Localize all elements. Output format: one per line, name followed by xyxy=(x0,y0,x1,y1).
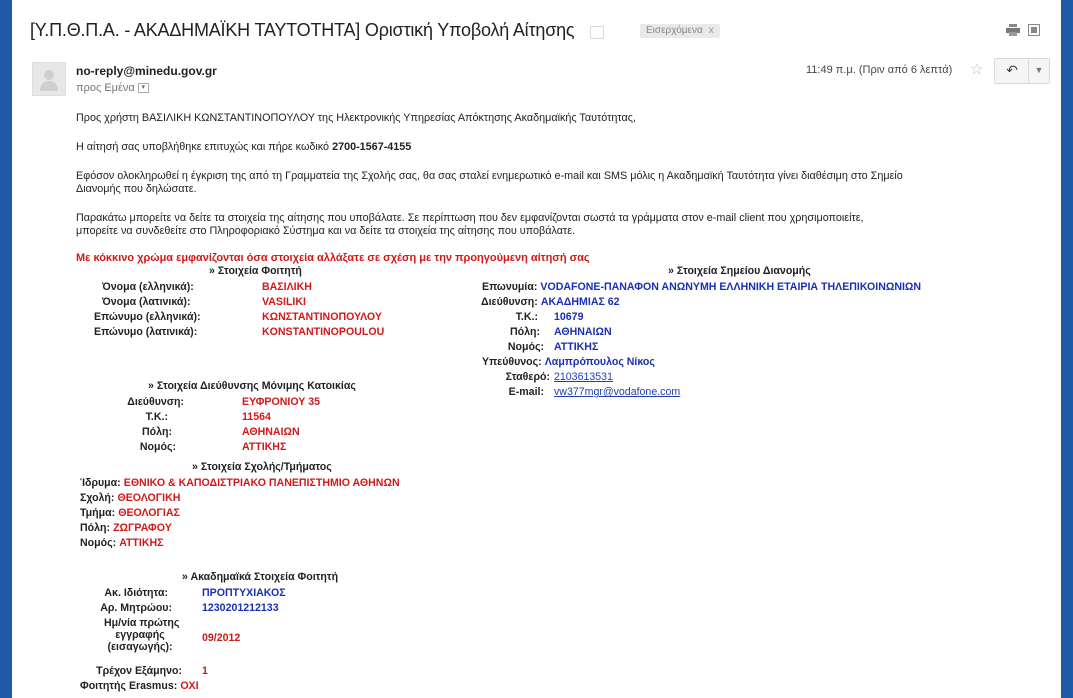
approval-text-line-1: Εφόσον ολοκληρωθεί η έγκριση της από τη … xyxy=(76,170,903,182)
submission-text: Η αίτησή σας υποβλήθηκε επιτυχώς και πήρ… xyxy=(76,141,411,153)
registration-number-label: Αρ. Μητρώου: xyxy=(100,602,172,614)
academic-status-value: ΠΡΟΠΤΥΧΙΑΚΟΣ xyxy=(202,587,286,599)
first-registration-label: Ημ/νία πρώτης εγγραφής (εισαγωγής): xyxy=(104,617,180,653)
email-subject: [Υ.Π.Θ.Π.Α. - ΑΚΑΔΗΜΑΪΚΗ ΤΑΥΤΟΤΗΤΑ] Ορισ… xyxy=(30,20,575,40)
print-icon[interactable] xyxy=(1006,24,1020,39)
residence-field-label: Τ.Κ.: xyxy=(145,411,168,423)
school-field-label: Πόλη: xyxy=(80,522,111,534)
school-row: Πόλη: ΖΩΓΡΑΦΟΥ xyxy=(80,522,172,534)
residence-field-value: ΑΘΗΝΑΙΩΝ xyxy=(242,426,300,438)
student-field-value: ΒΑΣΙΛΙΚΗ xyxy=(262,281,312,293)
academic-section-title: » Ακαδημαϊκά Στοιχεία Φοιτητή xyxy=(182,571,339,583)
first-registration-label-line: (εισαγωγής): xyxy=(107,641,173,653)
distribution-address-label: Διεύθυνση: xyxy=(481,296,538,308)
distribution-phone-label: Σταθερό: xyxy=(505,371,550,383)
school-field-value: ΖΩΓΡΑΦΟΥ xyxy=(113,522,172,534)
distribution-company-row: Επωνυμία: VODAFONE-ΠΑΝΑΦΟΝ ΑΝΩΝΥΜΗ ΕΛΛΗΝ… xyxy=(482,281,921,293)
distribution-zip-label: Τ.Κ.: xyxy=(515,311,538,323)
student-section-title: » Στοιχεία Φοιτητή xyxy=(209,265,302,277)
student-field-label: Επώνυμο (ελληνικά): xyxy=(94,311,201,323)
school-field-label: Ίδρυμα: xyxy=(80,477,121,489)
residence-field-value: ΕΥΦΡΟΝΙΟΥ 35 xyxy=(242,396,321,408)
important-marker-icon[interactable] xyxy=(590,26,604,39)
distribution-manager-row: Υπεύθυνος: Λαμπρόπουλος Νίκος xyxy=(482,356,655,368)
distribution-city-label: Πόλη: xyxy=(509,326,540,338)
school-row: Νομός: ΑΤΤΙΚΗΣ xyxy=(80,537,164,549)
school-field-value: ΘΕΟΛΟΓΙΑΣ xyxy=(118,507,180,519)
distribution-company-label: Επωνυμία: xyxy=(482,281,538,293)
student-field-value: VASILIKI xyxy=(262,296,306,308)
recipient-details-dropdown-icon[interactable]: ▾ xyxy=(137,83,149,94)
distribution-city-value: ΑΘΗΝΑΙΩΝ xyxy=(554,326,612,338)
greeting-text: Προς χρήστη ΒΑΣΙΛΙΚΗ ΚΩΝΣΤΑΝΤΙΝΟΠΟΥΛΟΥ τ… xyxy=(76,112,636,124)
first-registration-label-line: εγγραφής xyxy=(115,629,165,641)
school-field-label: Νομός: xyxy=(80,537,117,549)
distribution-section-title: » Στοιχεία Σημείου Διανομής xyxy=(668,265,811,277)
school-field-value: ΑΤΤΙΚΗΣ xyxy=(119,537,164,549)
email-view: [Υ.Π.Θ.Π.Α. - ΑΚΑΔΗΜΑΪΚΗ ΤΑΥΤΟΤΗΤΑ] Ορισ… xyxy=(12,0,1061,698)
application-code: 2700-1567-4155 xyxy=(332,141,412,153)
school-row: Τμήμα: ΘΕΟΛΟΓΙΑΣ xyxy=(80,507,180,519)
residence-field-label: Διεύθυνση: xyxy=(127,396,184,408)
distribution-phone-link[interactable]: 2103613531 xyxy=(554,371,613,383)
school-row: Σχολή: ΘΕΟΛΟΓΙΚΗ xyxy=(80,492,180,504)
first-registration-label-line: Ημ/νία πρώτης xyxy=(104,617,180,629)
school-field-label: Σχολή: xyxy=(80,492,115,504)
erasmus-value: ΟΧΙ xyxy=(180,680,199,692)
distribution-address-value: ΑΚΑΔΗΜΙΑΣ 62 xyxy=(540,296,620,308)
school-field-value: ΘΕΟΛΟΓΙΚΗ xyxy=(117,492,181,504)
details-text-line-1: Παρακάτω μπορείτε να δείτε τα στοιχεία τ… xyxy=(76,212,864,224)
remove-label-icon[interactable]: x xyxy=(709,25,714,36)
distribution-county-label: Νομός: xyxy=(507,341,544,353)
school-field-label: Τμήμα: xyxy=(80,507,116,519)
school-field-value: ΕΘΝΙΚΟ & ΚΑΠΟΔΙΣΤΡΙΑΚΟ ΠΑΝΕΠΙΣΤΗΜΙΟ ΑΘΗΝ… xyxy=(123,477,400,489)
inbox-label-chip[interactable]: Εισερχόμενα x xyxy=(640,24,720,38)
distribution-county-value: ΑΤΤΙΚΗΣ xyxy=(554,341,599,353)
recipient-text: προς Εμένα xyxy=(76,82,135,94)
residence-field-label: Νομός: xyxy=(139,441,176,453)
approval-text-line-2: Διανομής που δηλώσατε. xyxy=(76,183,197,195)
star-icon[interactable]: ☆ xyxy=(970,60,983,78)
school-row: Ίδρυμα: ΕΘΝΙΚΟ & ΚΑΠΟΔΙΣΤΡΙΑΚΟ ΠΑΝΕΠΙΣΤΗ… xyxy=(80,477,400,489)
student-field-value: KONSTANTINOPOULOU xyxy=(262,326,385,338)
school-section-title: » Στοιχεία Σχολής/Τμήματος xyxy=(192,461,332,473)
submission-prefix: Η αίτησή σας υποβλήθηκε επιτυχώς και πήρ… xyxy=(76,141,333,153)
registration-number-value: 1230201212133 xyxy=(202,602,279,614)
sender-address[interactable]: no-reply@minedu.gov.gr xyxy=(76,64,217,78)
new-window-icon[interactable] xyxy=(1028,24,1040,39)
distribution-email-label: E-mail: xyxy=(508,386,544,398)
distribution-address-row: Διεύθυνση: ΑΚΑΔΗΜΙΑΣ 62 xyxy=(481,296,620,308)
inbox-label-text: Εισερχόμενα xyxy=(646,25,703,36)
details-text-line-2: μπορείτε να συνδεθείτε στο Πληροφοριακό … xyxy=(76,225,576,237)
residence-section-title: » Στοιχεία Διεύθυνσης Μόνιμης Κατοικίας xyxy=(148,380,356,392)
student-field-label: Όνομα (λατινικά): xyxy=(102,296,191,308)
chevron-down-icon: ▼ xyxy=(1034,65,1044,75)
distribution-company-value: VODAFONE-ΠΑΝΑΦΟΝ ΑΝΩΝΥΜΗ ΕΛΛΗΝΙΚΗ ΕΤΑΙΡΙ… xyxy=(540,281,922,293)
reply-button[interactable]: ↶ xyxy=(994,58,1030,84)
current-semester-label: Τρέχον Εξάμηνο: xyxy=(96,665,182,677)
erasmus-row: Φοιτητής Erasmus: ΟΧΙ xyxy=(80,680,199,692)
message-time: 11:49 π.μ. (Πριν από 6 λεπτά) xyxy=(806,64,953,76)
distribution-zip-value: 10679 xyxy=(554,311,584,323)
residence-field-value: ΑΤΤΙΚΗΣ xyxy=(242,441,287,453)
distribution-email-link[interactable]: vw377mgr@vodafone.com xyxy=(554,386,680,398)
erasmus-label: Φοιτητής Erasmus: xyxy=(80,680,178,692)
student-field-label: Επώνυμο (λατινικά): xyxy=(94,326,198,338)
residence-field-value: 11564 xyxy=(242,411,271,423)
distribution-manager-value: Λαμπρόπουλος Νίκος xyxy=(544,356,655,368)
reply-icon: ↶ xyxy=(1006,62,1018,78)
student-field-value: ΚΩΝΣΤΑΝΤΙΝΟΠΟΥΛΟΥ xyxy=(262,311,382,323)
distribution-manager-label: Υπεύθυνος: xyxy=(482,356,542,368)
first-registration-value: 09/2012 xyxy=(202,632,241,644)
sender-avatar xyxy=(32,62,66,96)
academic-status-label: Ακ. Ιδιότητα: xyxy=(104,587,168,599)
changes-notice: Με κόκκινο χρώμα εμφανίζονται όσα στοιχε… xyxy=(76,252,590,264)
more-options-button[interactable]: ▼ xyxy=(1028,58,1050,84)
student-field-label: Όνομα (ελληνικά): xyxy=(102,281,194,293)
residence-field-label: Πόλη: xyxy=(141,426,172,438)
recipient-line[interactable]: προς Εμένα ▾ xyxy=(76,82,149,94)
current-semester-value: 1 xyxy=(202,665,208,677)
